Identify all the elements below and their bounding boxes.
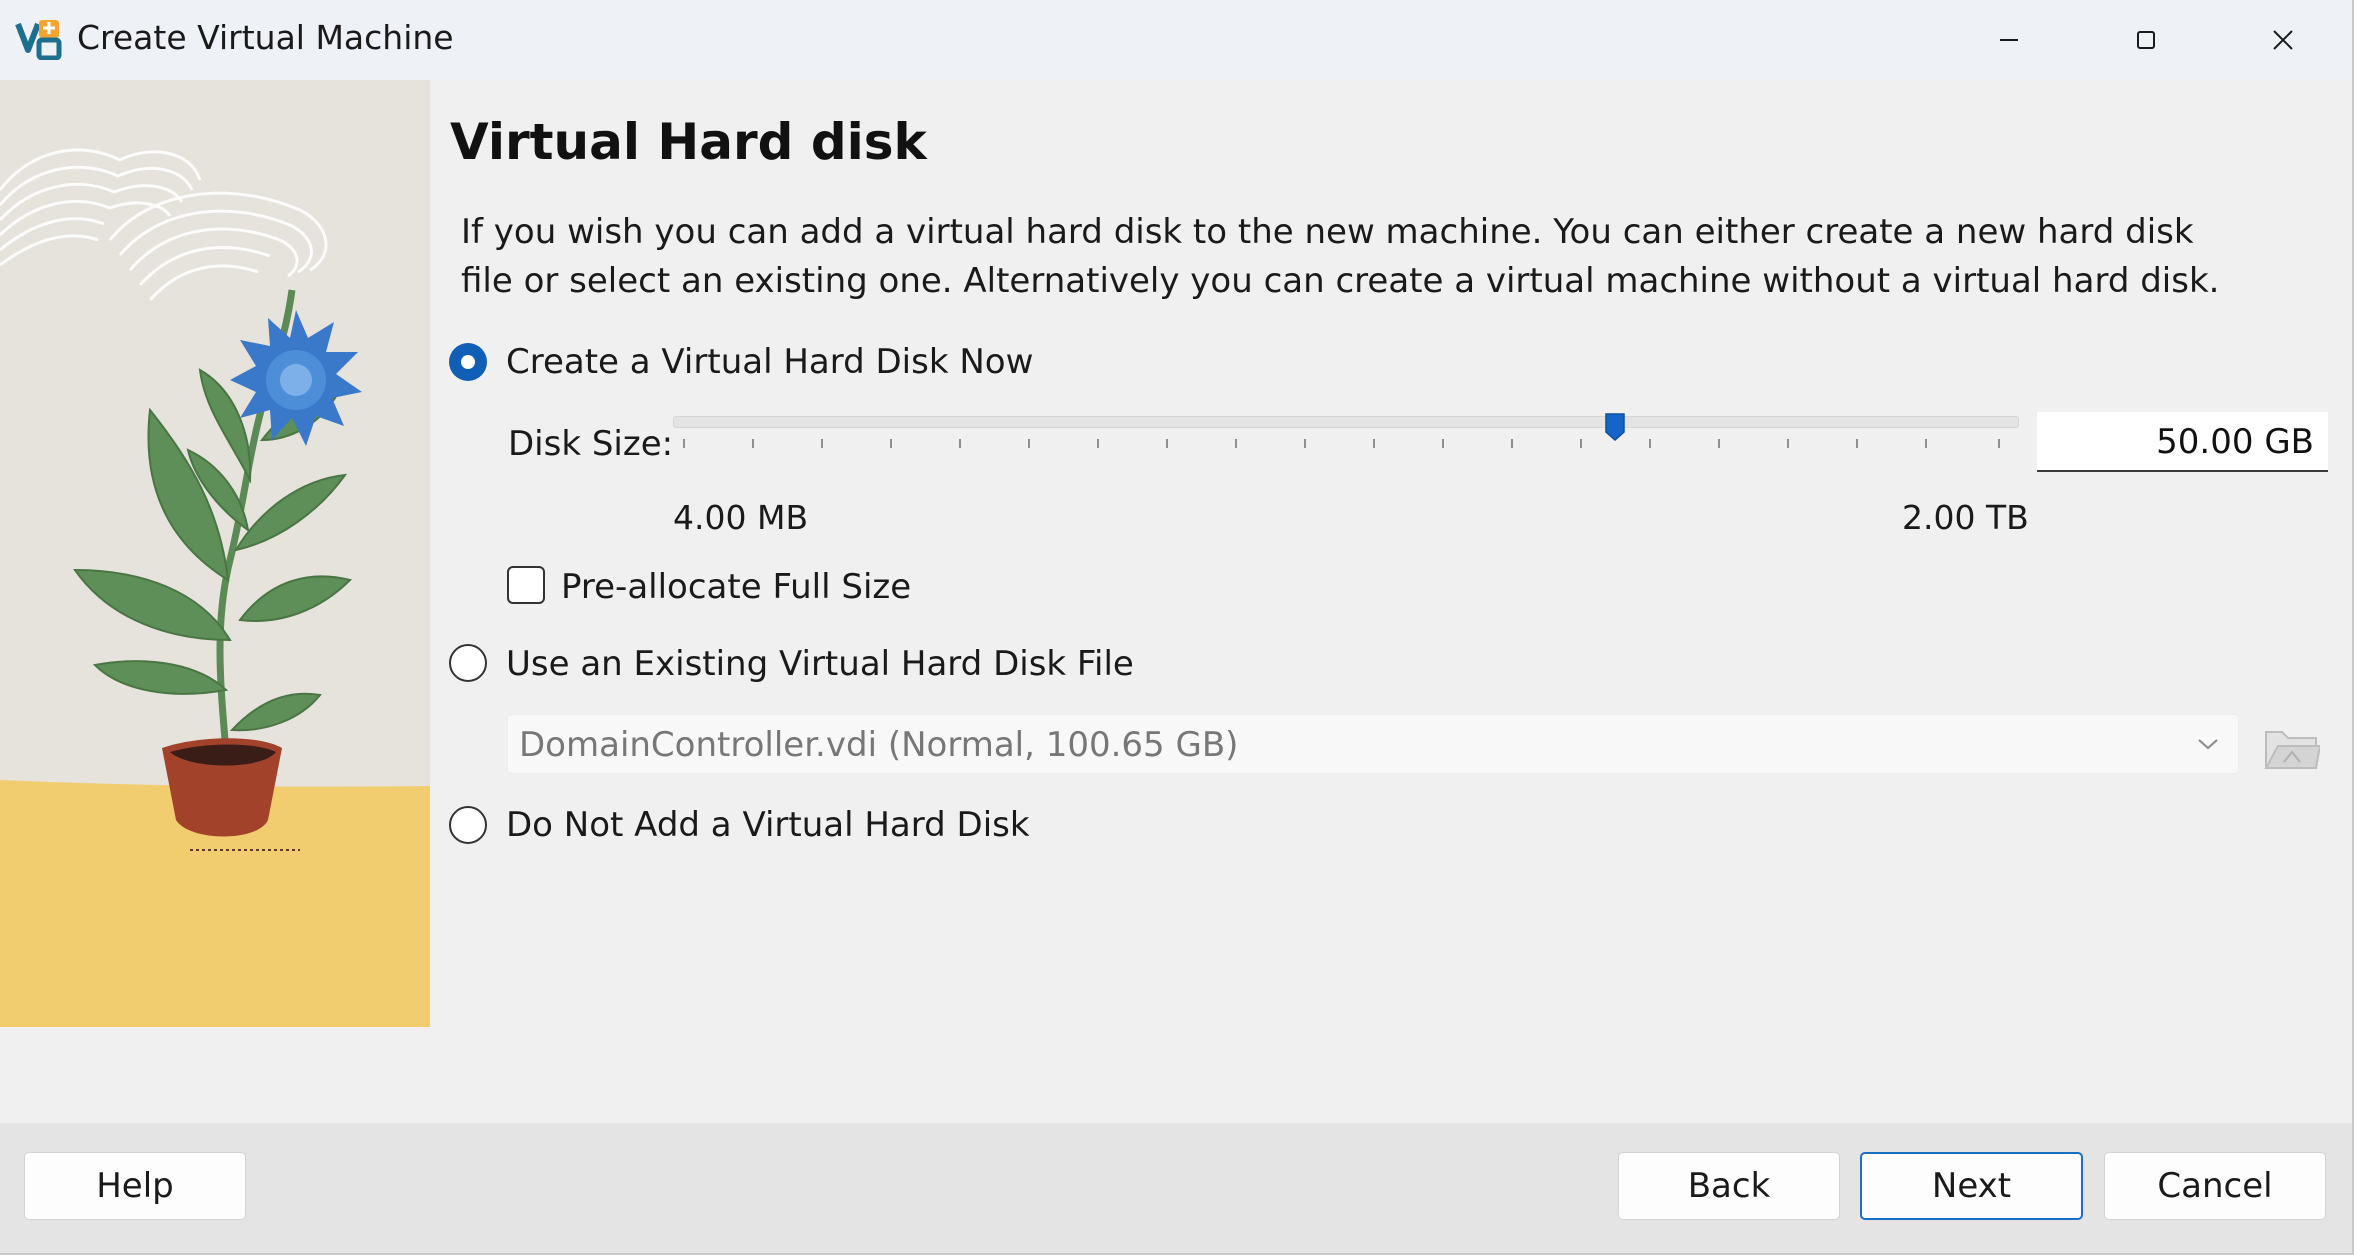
minimize-button[interactable] (1944, 0, 2074, 80)
slider-tick (1235, 439, 1237, 448)
no-disk-radio[interactable] (449, 806, 487, 844)
slider-tick (1925, 439, 1927, 448)
minimize-icon (2000, 39, 2018, 41)
slider-tick (1166, 439, 1168, 448)
slider-tick (1856, 439, 1858, 448)
slider-track (673, 416, 2019, 428)
slider-tick (1998, 439, 2000, 448)
page-heading: Virtual Hard disk (450, 113, 927, 171)
cancel-button[interactable]: Cancel (2104, 1152, 2326, 1220)
create-disk-radio[interactable] (449, 343, 487, 381)
slider-tick (890, 439, 892, 448)
close-button[interactable] (2218, 0, 2348, 80)
choose-disk-file-button[interactable] (2262, 718, 2322, 774)
slider-tick (1097, 439, 1099, 448)
existing-disk-label[interactable]: Use an Existing Virtual Hard Disk File (506, 644, 1134, 684)
slider-tick (1511, 439, 1513, 448)
slider-tick (1442, 439, 1444, 448)
preallocate-label[interactable]: Pre-allocate Full Size (561, 567, 911, 607)
disk-size-input[interactable]: 50.00 GB (2037, 412, 2328, 472)
plant-illustration (0, 80, 430, 1027)
disk-size-label: Disk Size: (508, 424, 674, 464)
window-edge (2354, 0, 2361, 1255)
slider-tick (1718, 439, 1720, 448)
slider-tick (1028, 439, 1030, 448)
page-description: If you wish you can add a virtual hard d… (461, 212, 2220, 301)
title-bar: Create Virtual Machine (0, 0, 2352, 80)
slider-tick (1304, 439, 1306, 448)
no-disk-label[interactable]: Do Not Add a Virtual Hard Disk (506, 805, 1030, 845)
slider-tick (959, 439, 961, 448)
preallocate-checkbox[interactable] (507, 566, 545, 604)
slider-tick (752, 439, 754, 448)
slider-thumb[interactable] (1603, 412, 1627, 442)
disk-size-max-label: 2.00 TB (1902, 498, 2029, 537)
wizard-illustration (0, 80, 430, 1027)
slider-tick (821, 439, 823, 448)
folder-icon (2264, 731, 2322, 769)
virtualbox-icon (15, 20, 62, 60)
disk-size-min-label: 4.00 MB (673, 498, 809, 537)
help-button[interactable]: Help (24, 1152, 246, 1220)
slider-tick (1787, 439, 1789, 448)
maximize-button[interactable] (2081, 0, 2211, 80)
slider-tick (1373, 439, 1375, 448)
existing-disk-radio[interactable] (449, 644, 487, 682)
slider-tick (1580, 439, 1582, 448)
disk-size-slider[interactable] (673, 412, 2019, 452)
slider-tick (683, 439, 685, 448)
create-disk-label[interactable]: Create a Virtual Hard Disk Now (506, 342, 1033, 382)
existing-disk-select[interactable]: DomainController.vdi (Normal, 100.65 GB) (507, 714, 2239, 774)
window-title: Create Virtual Machine (77, 18, 454, 57)
close-icon (2273, 30, 2293, 50)
maximize-icon (2137, 31, 2155, 49)
existing-disk-select-value: DomainController.vdi (Normal, 100.65 GB) (519, 725, 1239, 765)
chevron-down-icon (2198, 739, 2218, 750)
next-button[interactable]: Next (1860, 1152, 2083, 1220)
slider-tick (1649, 439, 1651, 448)
create-vm-dialog: Create Virtual Machine Virtual Hard disk… (0, 0, 2354, 1255)
back-button[interactable]: Back (1618, 1152, 1840, 1220)
